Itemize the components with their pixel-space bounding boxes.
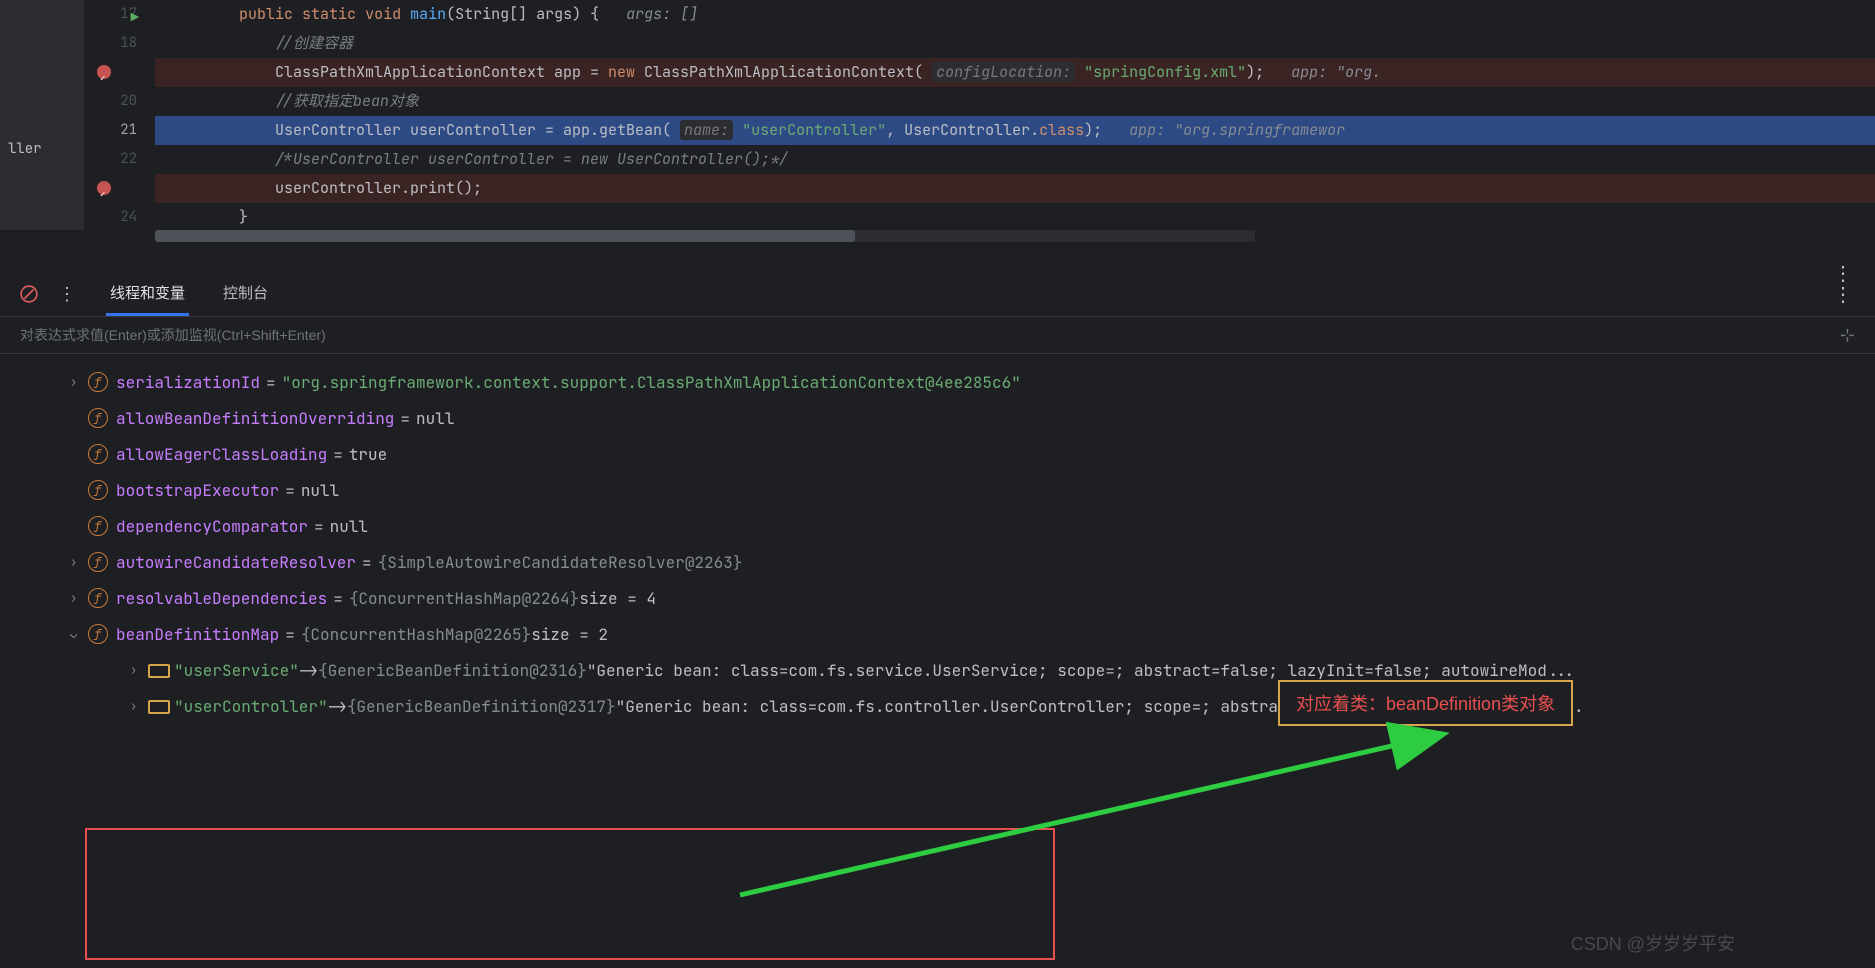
inline-hint: app: "org.springframewor bbox=[1129, 120, 1345, 140]
line-number: 20 bbox=[120, 92, 137, 110]
line-number: 24 bbox=[120, 208, 137, 226]
field-icon: f bbox=[88, 480, 108, 500]
more-icon[interactable]: ⋮ bbox=[58, 283, 76, 306]
field-icon: f bbox=[88, 444, 108, 464]
chevron-right-icon[interactable]: › bbox=[70, 374, 88, 390]
watermark: CSDN @岁岁岁平安 bbox=[1571, 930, 1735, 956]
eval-placeholder: 对表达式求值(Enter)或添加监视(Ctrl+Shift+Enter) bbox=[20, 325, 326, 345]
var-row[interactable]: ›fautowireCandidateResolver = {SimpleAut… bbox=[0, 544, 1875, 580]
stop-debug-icon[interactable] bbox=[20, 285, 38, 303]
map-entry-icon bbox=[148, 663, 166, 677]
var-row[interactable]: fdependencyComparator = null bbox=[0, 508, 1875, 544]
code-line[interactable]: } bbox=[155, 203, 1875, 232]
debug-toolbar: ⋮ 线程和变量 控制台 ⋮ bbox=[0, 272, 1875, 316]
field-icon: f bbox=[88, 588, 108, 608]
var-row[interactable]: fallowBeanDefinitionOverriding = null bbox=[0, 400, 1875, 436]
tab-console[interactable]: 控制台 bbox=[219, 272, 272, 316]
code-line[interactable]: public static void main(String[] args) {… bbox=[155, 0, 1875, 29]
param-hint: configLocation: bbox=[932, 62, 1075, 82]
chevron-right-icon[interactable]: › bbox=[130, 698, 148, 714]
breakpoint-icon[interactable] bbox=[97, 65, 111, 79]
line-number: 22 bbox=[120, 150, 137, 168]
code-area[interactable]: public static void main(String[] args) {… bbox=[155, 0, 1875, 230]
var-row-expanded[interactable]: ⌄fbeanDefinitionMap = {ConcurrentHashMap… bbox=[0, 616, 1875, 652]
code-line[interactable]: //获取指定bean对象 bbox=[155, 87, 1875, 116]
var-row[interactable]: fbootstrapExecutor = null bbox=[0, 472, 1875, 508]
annotation-arrow-icon bbox=[720, 715, 1470, 915]
code-line-current[interactable]: UserController userController = app.getB… bbox=[155, 116, 1875, 145]
code-line[interactable]: //创建容器 bbox=[155, 29, 1875, 58]
chevron-right-icon[interactable]: › bbox=[70, 554, 88, 570]
chevron-right-icon[interactable]: › bbox=[70, 590, 88, 606]
debug-panel: ⋮ 线程和变量 控制台 ⋮ 对表达式求值(Enter)或添加监视(Ctrl+Sh… bbox=[0, 272, 1875, 734]
line-number: 18 bbox=[120, 34, 137, 52]
annotation-label: 对应着类：beanDefinition类对象 bbox=[1278, 680, 1573, 726]
gutter[interactable]: 17▶ 18 20 21 22 24 bbox=[85, 0, 155, 230]
inline-hint: args: [] bbox=[626, 4, 698, 24]
code-line[interactable]: /*UserController userController = new Us… bbox=[155, 145, 1875, 174]
chevron-down-icon[interactable]: ⌄ bbox=[70, 626, 88, 642]
debug-tabs: 线程和变量 控制台 bbox=[106, 272, 272, 316]
var-child-row[interactable]: ›"userService" -> {GenericBeanDefinition… bbox=[0, 652, 1875, 688]
chevron-right-icon[interactable]: › bbox=[130, 662, 148, 678]
field-icon: f bbox=[88, 372, 108, 392]
field-icon: f bbox=[88, 408, 108, 428]
inline-hint: app: "org. bbox=[1291, 62, 1381, 82]
tab-threads-variables[interactable]: 线程和变量 bbox=[106, 272, 189, 316]
variables-tree[interactable]: ›fserializationId = "org.springframework… bbox=[0, 354, 1875, 734]
code-line[interactable]: ClassPathXmlApplicationContext app = new… bbox=[155, 58, 1875, 87]
var-row[interactable]: ›fresolvableDependencies = {ConcurrentHa… bbox=[0, 580, 1875, 616]
field-icon: f bbox=[88, 516, 108, 536]
var-child-row[interactable]: ›"userController" -> {GenericBeanDefinit… bbox=[0, 688, 1875, 724]
field-icon: f bbox=[88, 624, 108, 644]
var-row[interactable]: fallowEagerClassLoading = true bbox=[0, 436, 1875, 472]
evaluate-expression-input[interactable]: 对表达式求值(Enter)或添加监视(Ctrl+Shift+Enter) ⊹ bbox=[0, 316, 1875, 354]
more-icon[interactable]: ⋮ bbox=[1833, 281, 1853, 307]
map-entry-icon bbox=[148, 699, 166, 713]
annotation-highlight bbox=[85, 828, 1055, 960]
breakpoint-icon[interactable] bbox=[97, 181, 111, 195]
code-line[interactable]: userController.print(); bbox=[155, 174, 1875, 203]
param-hint: name: bbox=[680, 120, 733, 140]
var-row[interactable]: ›fserializationId = "org.springframework… bbox=[0, 364, 1875, 400]
line-number: 21 bbox=[120, 121, 137, 139]
code-editor: ller 17▶ 18 20 21 22 24 public static vo… bbox=[0, 0, 1875, 230]
add-watch-icon[interactable]: ⊹ bbox=[1840, 325, 1855, 346]
structure-label: ller bbox=[8, 140, 42, 158]
field-icon: f bbox=[88, 552, 108, 572]
structure-panel: ller bbox=[0, 0, 85, 230]
